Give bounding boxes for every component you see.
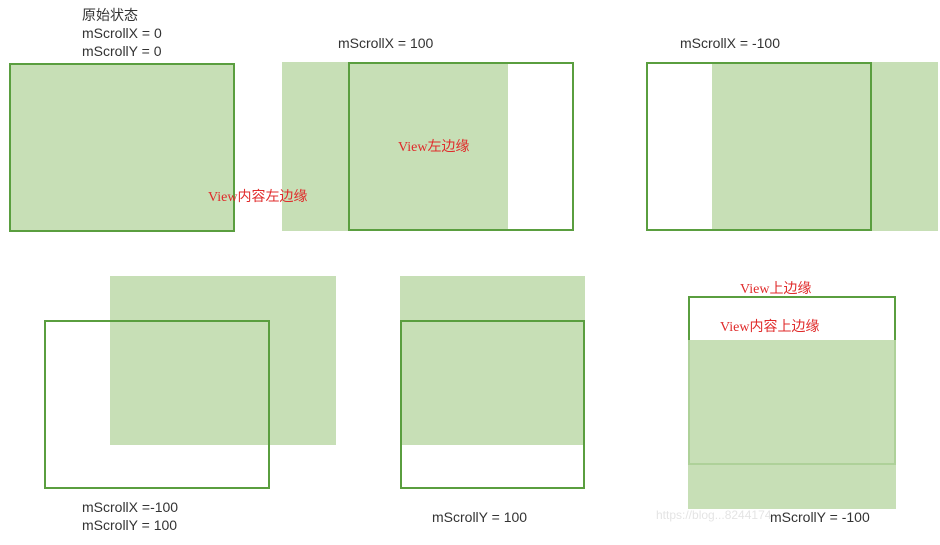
annotation-view-content-left-edge: View内容左边缘 — [208, 190, 307, 207]
d1-title: 原始状态 — [82, 6, 138, 24]
d6-scrolly: mScrollY = -100 — [770, 508, 870, 526]
d1-scrollx: mScrollX = 0 — [82, 24, 162, 42]
watermark: https://blog...8244174 — [656, 508, 771, 522]
annotation-view-top-edge: View上边缘 — [740, 282, 811, 299]
annotation-view-left-edge: View左边缘 — [398, 140, 469, 157]
d2-scrollx: mScrollX = 100 — [338, 34, 433, 52]
d3-view-frame — [646, 62, 872, 231]
d3-scrollx: mScrollX = -100 — [680, 34, 780, 52]
d4-scrollx: mScrollX =-100 — [82, 498, 178, 516]
d4-view-frame — [44, 320, 270, 489]
d5-scrolly: mScrollY = 100 — [432, 508, 527, 526]
d5-view-frame — [400, 320, 585, 489]
annotation-view-content-top-edge: View内容上边缘 — [720, 320, 819, 337]
d6-content — [688, 340, 896, 509]
d1-view-frame — [9, 63, 235, 232]
diagram-container: 原始状态 mScrollX = 0 mScrollY = 0 mScrollX … — [0, 0, 940, 545]
d1-scrolly: mScrollY = 0 — [82, 42, 162, 60]
d4-scrolly: mScrollY = 100 — [82, 516, 177, 534]
